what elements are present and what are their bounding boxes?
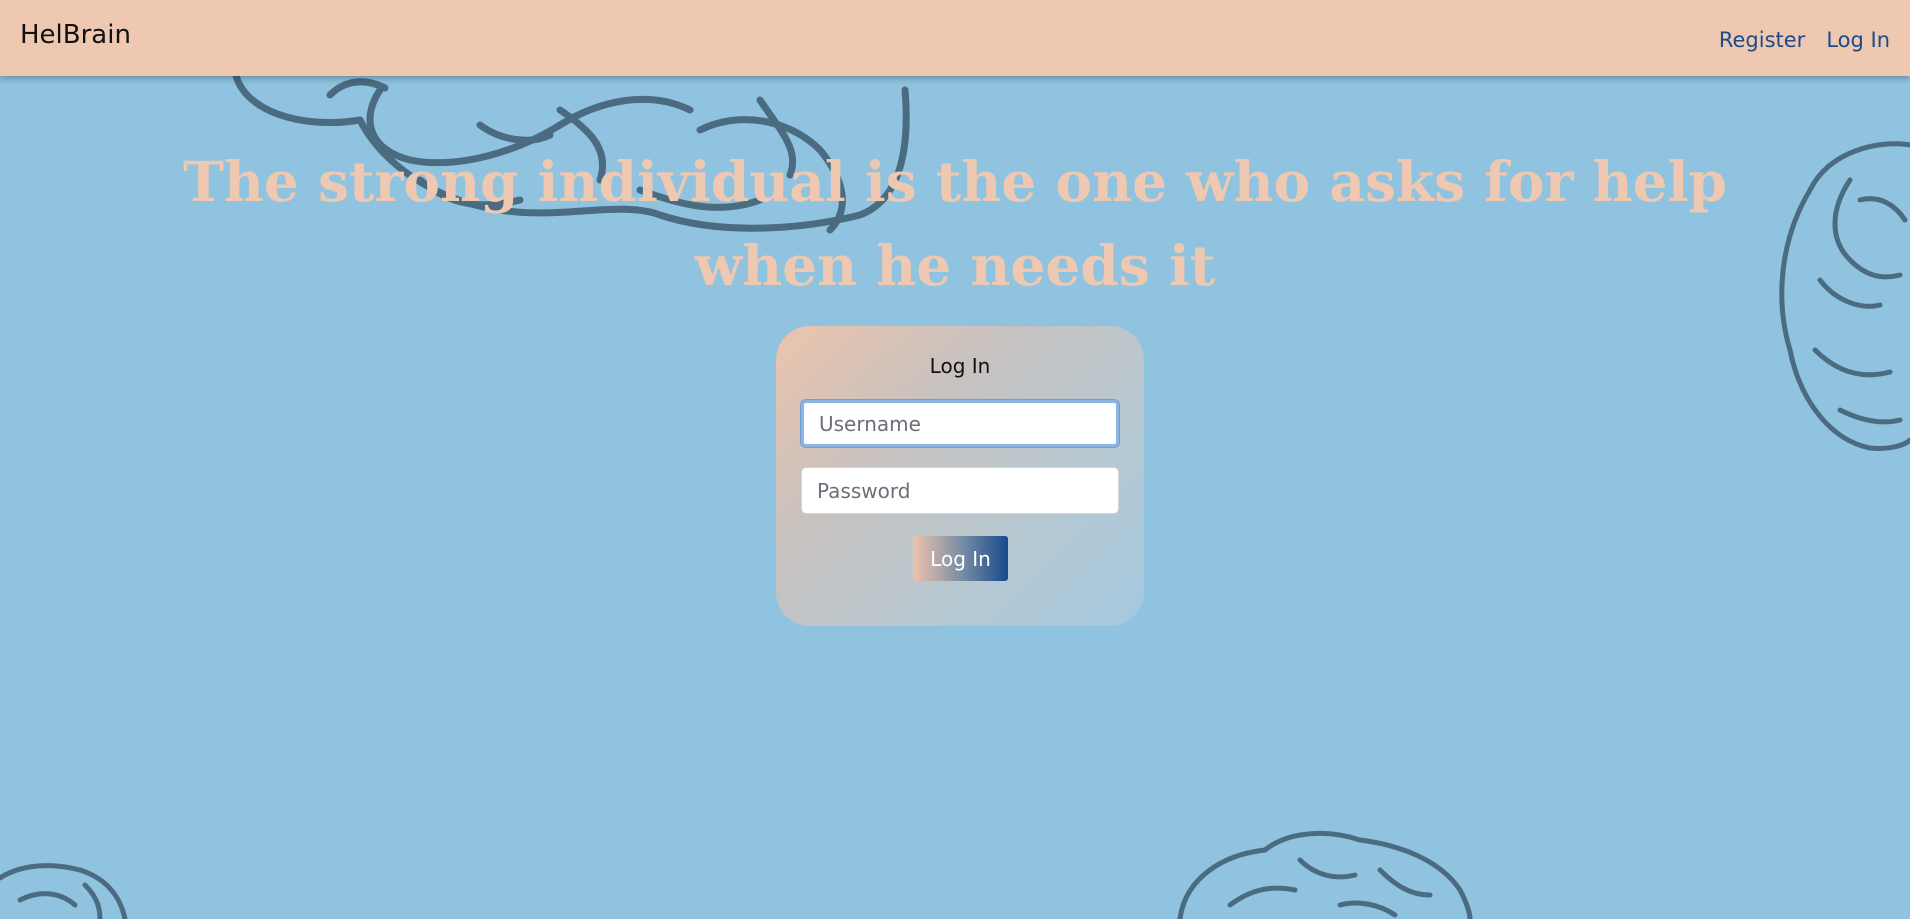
login-card: Log In Log In [776, 326, 1144, 626]
login-card-title: Log In [929, 354, 991, 378]
nav-links: Register Log In [1719, 28, 1890, 52]
login-submit-button[interactable]: Log In [913, 536, 1008, 581]
brain-bottom-center-icon [1177, 831, 1473, 919]
hero-quote: The strong individual is the one who ask… [0, 140, 1910, 308]
password-input[interactable] [801, 467, 1119, 514]
nav-link-login[interactable]: Log In [1826, 28, 1890, 52]
username-input[interactable] [801, 400, 1119, 447]
nav-link-register[interactable]: Register [1719, 28, 1805, 52]
brain-bottom-left-icon [0, 863, 128, 919]
top-navbar: HelBrain Register Log In [0, 0, 1910, 76]
hero-quote-line-2: when he needs it [694, 233, 1216, 298]
hero-quote-line-1: The strong individual is the one who ask… [182, 149, 1728, 214]
brand-logo-link[interactable]: HelBrain [20, 20, 131, 50]
